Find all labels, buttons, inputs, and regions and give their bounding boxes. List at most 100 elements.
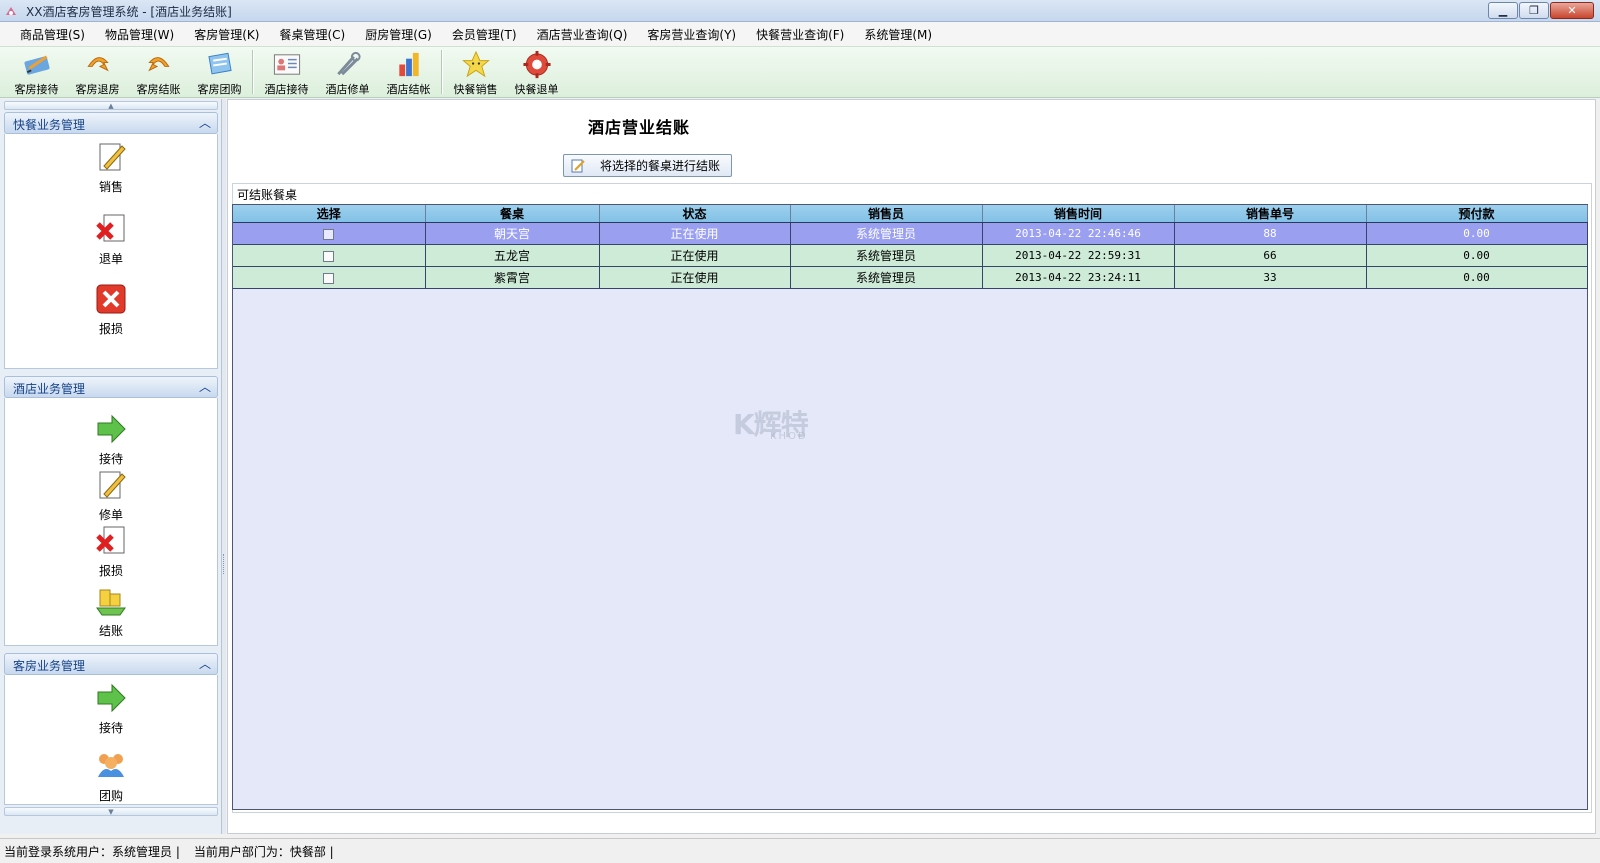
page-title: 酒店营业结账 [588,118,691,137]
watermark-logo-sub: KHOD [770,431,808,442]
prepay-cell: 0.00 [1366,244,1588,267]
scroll-up-button[interactable]: ▲ [4,101,218,110]
seller-cell: 系统管理员 [790,222,983,245]
collapse-icon[interactable]: ︿ [199,114,211,131]
tool-room-checkout[interactable]: 客房退房 [67,47,128,97]
menu-tables[interactable]: 餐桌管理(C) [269,26,355,43]
row-checkbox[interactable] [323,250,335,262]
minimize-icon: ▁ [1498,4,1508,17]
tool-fastfood-refund[interactable]: 快餐退单 [506,47,567,97]
menu-hotel-query[interactable]: 酒店营业查询(Q) [527,26,638,43]
tables-grid[interactable]: 选择 餐桌 状态 销售员 销售时间 销售单号 预付款 朝天宫 正在使用 系统管理… [232,204,1588,810]
order-no-cell: 66 [1174,244,1367,267]
menu-items[interactable]: 物品管理(W) [95,26,184,43]
coins-icon [96,589,126,616]
status-cell: 正在使用 [599,222,791,245]
group-body-hotel: 接待 修单 报损 结账 [4,398,218,646]
collapse-icon[interactable]: ︿ [199,655,211,672]
prepay-cell: 0.00 [1366,266,1588,289]
column-header-select[interactable]: 选择 [233,205,426,223]
nav-hotel-edit[interactable]: 修单 [5,468,217,523]
nav-room-group[interactable]: 团购 [5,749,217,804]
nav-fastfood-refund[interactable]: 退单 [5,212,217,267]
status-cell: 正在使用 [599,266,791,289]
splitter-grip[interactable] [223,554,225,574]
tool-hotel-billing[interactable]: 酒店结帐 [378,47,439,97]
hotel-reception-icon [273,54,300,75]
menu-goods[interactable]: 商品管理(S) [10,26,95,43]
table-row[interactable]: 紫霄宫 正在使用 系统管理员 2013-04-22 23:24:11 33 0.… [233,266,1588,289]
group-body-rooms: 接待 团购 [4,675,218,805]
status-bar: 当前登录系统用户：系统管理员 | 当前用户部门为：快餐部 | [0,838,1600,863]
time-cell: 2013-04-22 22:59:31 [982,244,1175,267]
group-header-rooms[interactable]: 客房业务管理 ︿ [4,653,218,675]
column-header-time[interactable]: 销售时间 [982,205,1175,223]
close-icon: ✕ [1567,4,1577,17]
order-no-cell: 33 [1174,266,1367,289]
order-no-cell: 88 [1174,222,1367,245]
menu-rooms[interactable]: 客房管理(K) [184,26,269,43]
column-header-prepay[interactable]: 预付款 [1366,205,1588,223]
tool-room-checkin[interactable]: 客房接待 [6,47,67,97]
checkout-selected-tables-button[interactable]: 将选择的餐桌进行结账 [563,154,732,177]
status-current-dept: 当前用户部门为：快餐部 | [193,844,334,859]
time-cell: 2013-04-22 23:24:11 [982,266,1175,289]
table-name-cell: 朝天宫 [425,222,600,245]
tool-fastfood-sale[interactable]: 快餐销售 [445,47,506,97]
close-button[interactable]: ✕ [1550,2,1594,19]
column-header-seller[interactable]: 销售员 [790,205,983,223]
hotel-edit-order-icon [336,51,361,76]
collapse-icon[interactable]: ︿ [199,378,211,395]
column-header-table[interactable]: 餐桌 [425,205,600,223]
group-header-fastfood[interactable]: 快餐业务管理 ︿ [4,112,218,134]
arrow-right-icon [97,683,126,713]
table-name-cell: 紫霄宫 [425,266,600,289]
row-checkbox[interactable] [323,272,335,284]
tool-hotel-edit-order[interactable]: 酒店修单 [317,47,378,97]
nav-room-reception[interactable]: 接待 [5,681,217,736]
menu-system[interactable]: 系统管理(M) [854,26,942,43]
users-group-icon [98,754,124,777]
pencil-document-icon [99,143,126,171]
nav-fastfood-loss[interactable]: 报损 [5,282,217,337]
fastfood-sale-icon [461,50,490,78]
room-checkout-icon [86,57,109,72]
prepay-cell: 0.00 [1366,222,1588,245]
restore-icon: ❐ [1529,4,1539,17]
section-label: 可结账餐桌 [237,188,298,202]
fastfood-refund-icon [522,50,551,79]
menu-kitchen[interactable]: 厨房管理(G) [355,26,442,43]
menu-room-query[interactable]: 客房营业查询(Y) [637,26,746,43]
room-checkin-icon [23,55,50,75]
panel-splitter[interactable] [222,99,226,834]
nav-fastfood-sale[interactable]: 销售 [5,140,217,195]
select-cell[interactable] [233,222,426,245]
scroll-down-button[interactable]: ▼ [4,807,218,816]
tool-room-group[interactable]: 客房团购 [189,47,250,97]
nav-hotel-checkout[interactable]: 结账 [5,584,217,639]
window-controls: ▁ ❐ ✕ [1488,2,1594,20]
row-checkbox[interactable] [323,228,335,240]
status-current-user: 当前登录系统用户：系统管理员 | [4,844,180,859]
restore-button[interactable]: ❐ [1519,2,1549,19]
table-row[interactable]: 朝天宫 正在使用 系统管理员 2013-04-22 22:46:46 88 0.… [233,222,1588,245]
menu-fastfood-query[interactable]: 快餐营业查询(F) [746,26,854,43]
nav-hotel-loss[interactable]: 报损 [5,524,217,579]
tables-datagrid: 选择 餐桌 状态 销售员 销售时间 销售单号 预付款 朝天宫 正在使用 系统管理… [233,205,1588,289]
tool-hotel-reception[interactable]: 酒店接待 [256,47,317,97]
room-group-icon [207,52,232,75]
arrow-right-icon [97,414,126,444]
column-header-order-no[interactable]: 销售单号 [1174,205,1367,223]
grid-header-row: 选择 餐桌 状态 销售员 销售时间 销售单号 预付款 [233,205,1588,223]
group-header-hotel[interactable]: 酒店业务管理 ︿ [4,376,218,398]
table-row[interactable]: 五龙宫 正在使用 系统管理员 2013-04-22 22:59:31 66 0.… [233,244,1588,267]
nav-hotel-reception[interactable]: 接待 [5,412,217,467]
column-header-status[interactable]: 状态 [599,205,791,223]
select-cell[interactable] [233,266,426,289]
menu-bar: 商品管理(S) 物品管理(W) 客房管理(K) 餐桌管理(C) 厨房管理(G) … [0,22,1600,46]
menu-members[interactable]: 会员管理(T) [442,26,527,43]
tool-room-billing[interactable]: 客房结账 [128,47,189,97]
seller-cell: 系统管理员 [790,266,983,289]
select-cell[interactable] [233,244,426,267]
minimize-button[interactable]: ▁ [1488,2,1518,19]
